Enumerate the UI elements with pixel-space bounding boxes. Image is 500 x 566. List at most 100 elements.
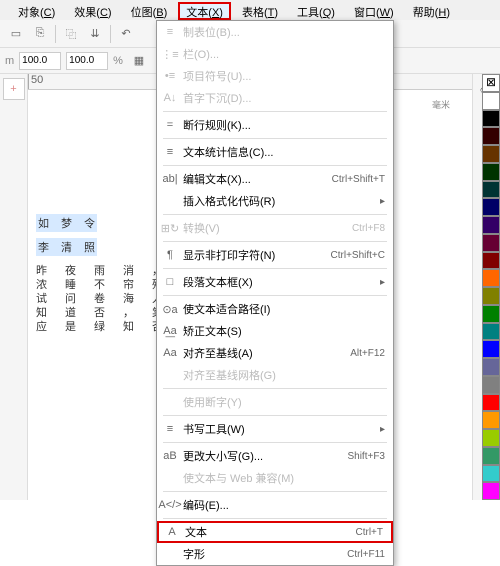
color-swatch[interactable] [482,181,500,199]
menu-item[interactable]: 帮助(H) [405,2,458,20]
menu-separator [163,241,387,242]
menu-item[interactable]: 效果(C) [66,2,119,20]
menu-item[interactable]: 位图(B) [123,2,176,20]
menu-entry[interactable]: 插入格式化代码(R)▸ [157,190,393,212]
menu-entry-label: 使文本适合路径(I) [183,301,385,317]
menu-item[interactable]: 表格(T) [234,2,286,20]
plus-tool-icon[interactable]: + [3,78,25,100]
menu-separator [163,442,387,443]
menu-entry-icon: ≡ [157,146,183,158]
copy-icon[interactable]: ⿻ [60,23,82,45]
percent-label: % [113,55,123,67]
poem-column: 昨浓试知应 [36,262,47,332]
menu-entry-icon: ⊙a [157,303,183,316]
menu-entry[interactable]: □段落文本框(X)▸ [157,271,393,293]
menu-entry[interactable]: ≡书写工具(W)▸ [157,418,393,440]
color-swatch[interactable] [482,198,500,216]
left-tool-panel: + [0,74,28,500]
menu-item[interactable]: 工具(Q) [289,2,343,20]
menu-entry-icon: ¶ [157,249,183,261]
zoom-field-2[interactable]: 100.0 [66,52,108,70]
menu-entry-label: 栏(O)... [183,46,385,62]
color-swatch[interactable] [482,127,500,145]
undo-icon[interactable]: ↶ [115,23,137,45]
menu-entry-icon: ≡ [157,423,183,435]
color-swatch[interactable] [482,394,500,412]
menu-entry-icon: A</> [157,499,183,511]
menu-entry-label: 项目符号(U)... [183,68,385,84]
menu-entry-shortcut: ▸ [380,196,385,207]
menu-entry[interactable]: aB更改大小写(G)...Shift+F3 [157,445,393,467]
menu-separator [163,214,387,215]
color-swatch[interactable] [482,376,500,394]
menu-entry-shortcut: Ctrl+Shift+T [332,174,385,185]
color-swatch[interactable] [482,110,500,128]
menu-entry-icon: A↓ [157,92,183,104]
menu-entry[interactable]: Aa对齐至基线(A)Alt+F12 [157,342,393,364]
menu-entry-shortcut: ▸ [380,424,385,435]
menu-entry[interactable]: A</>编码(E)... [157,494,393,516]
menu-entry[interactable]: ⊙a使文本适合路径(I) [157,298,393,320]
menu-entry[interactable]: 字形Ctrl+F11 [157,543,393,565]
menu-separator [163,295,387,296]
color-swatch[interactable] [482,216,500,234]
menu-entry: A↓首字下沉(D)... [157,87,393,109]
menu-separator [163,491,387,492]
menu-entry-icon: ⊞↻ [157,222,183,235]
menu-entry[interactable]: ¶显示非打印字符(N)Ctrl+Shift+C [157,244,393,266]
no-fill-swatch[interactable]: ⊠ [482,74,500,92]
color-swatch[interactable] [482,163,500,181]
menu-entry: 对齐至基线网格(G) [157,364,393,386]
color-swatch[interactable] [482,447,500,465]
color-swatch[interactable] [482,234,500,252]
color-swatch[interactable] [482,411,500,429]
menu-item[interactable]: 文本(X) [178,2,231,20]
menu-entry-label: 字形 [183,546,347,562]
menu-entry-shortcut: Alt+F12 [350,348,385,359]
menu-entry-label: 插入格式化代码(R) [183,193,380,209]
menu-entry[interactable]: A文本Ctrl+T [157,521,393,543]
open-icon[interactable]: ⎘ [29,23,51,45]
menu-item[interactable]: 窗口(W) [346,2,402,20]
menu-entry[interactable]: ≡文本统计信息(C)... [157,141,393,163]
menu-separator [163,138,387,139]
new-icon[interactable]: ▭ [5,23,27,45]
menu-entry-label: 转换(V) [183,220,352,236]
menu-entry[interactable]: ab|编辑文本(X)...Ctrl+Shift+T [157,168,393,190]
menu-entry: 使文本与 Web 兼容(M) [157,467,393,489]
color-swatch[interactable] [482,252,500,270]
menu-entry-icon: ab| [157,173,183,185]
color-swatch[interactable] [482,323,500,341]
color-swatch[interactable] [482,92,500,110]
menu-entry-icon: A [159,526,185,538]
menu-entry-label: 矫正文本(S) [183,323,385,339]
menu-separator [163,268,387,269]
color-swatch[interactable] [482,482,500,500]
menu-entry-shortcut: Shift+F3 [347,451,385,462]
title-row-1: 如梦令 [36,214,97,232]
menu-entry-label: 对齐至基线(A) [183,345,350,361]
color-swatch[interactable] [482,465,500,483]
color-swatch[interactable] [482,287,500,305]
zoom-field-1[interactable]: 100.0 [19,52,61,70]
color-swatch[interactable] [482,340,500,358]
menu-entry[interactable]: =断行规则(K)... [157,114,393,136]
menu-entry-icon: = [157,119,183,131]
menu-entry-label: 编码(E)... [183,497,385,513]
color-swatch[interactable] [482,305,500,323]
color-swatch[interactable] [482,145,500,163]
text-menu-dropdown: ≡制表位(B)...⋮≡栏(O)...•≡项目符号(U)...A↓首字下沉(D)… [156,20,394,566]
ruler-tick: 50 [28,74,176,89]
menu-entry-icon: ⋮≡ [157,48,183,61]
menu-separator [163,388,387,389]
paste-icon[interactable]: ⇊ [84,23,106,45]
menu-entry[interactable]: A͟a矫正文本(S) [157,320,393,342]
menu-entry-shortcut: ▸ [380,277,385,288]
color-swatch[interactable] [482,358,500,376]
title-row-2: 李清照 [36,238,97,256]
menu-entry-shortcut: Ctrl+T [356,527,384,538]
color-swatch[interactable] [482,269,500,287]
menu-item[interactable]: 对象(C) [10,2,63,20]
fit-icon[interactable]: ▦ [128,50,150,72]
color-swatch[interactable] [482,429,500,447]
